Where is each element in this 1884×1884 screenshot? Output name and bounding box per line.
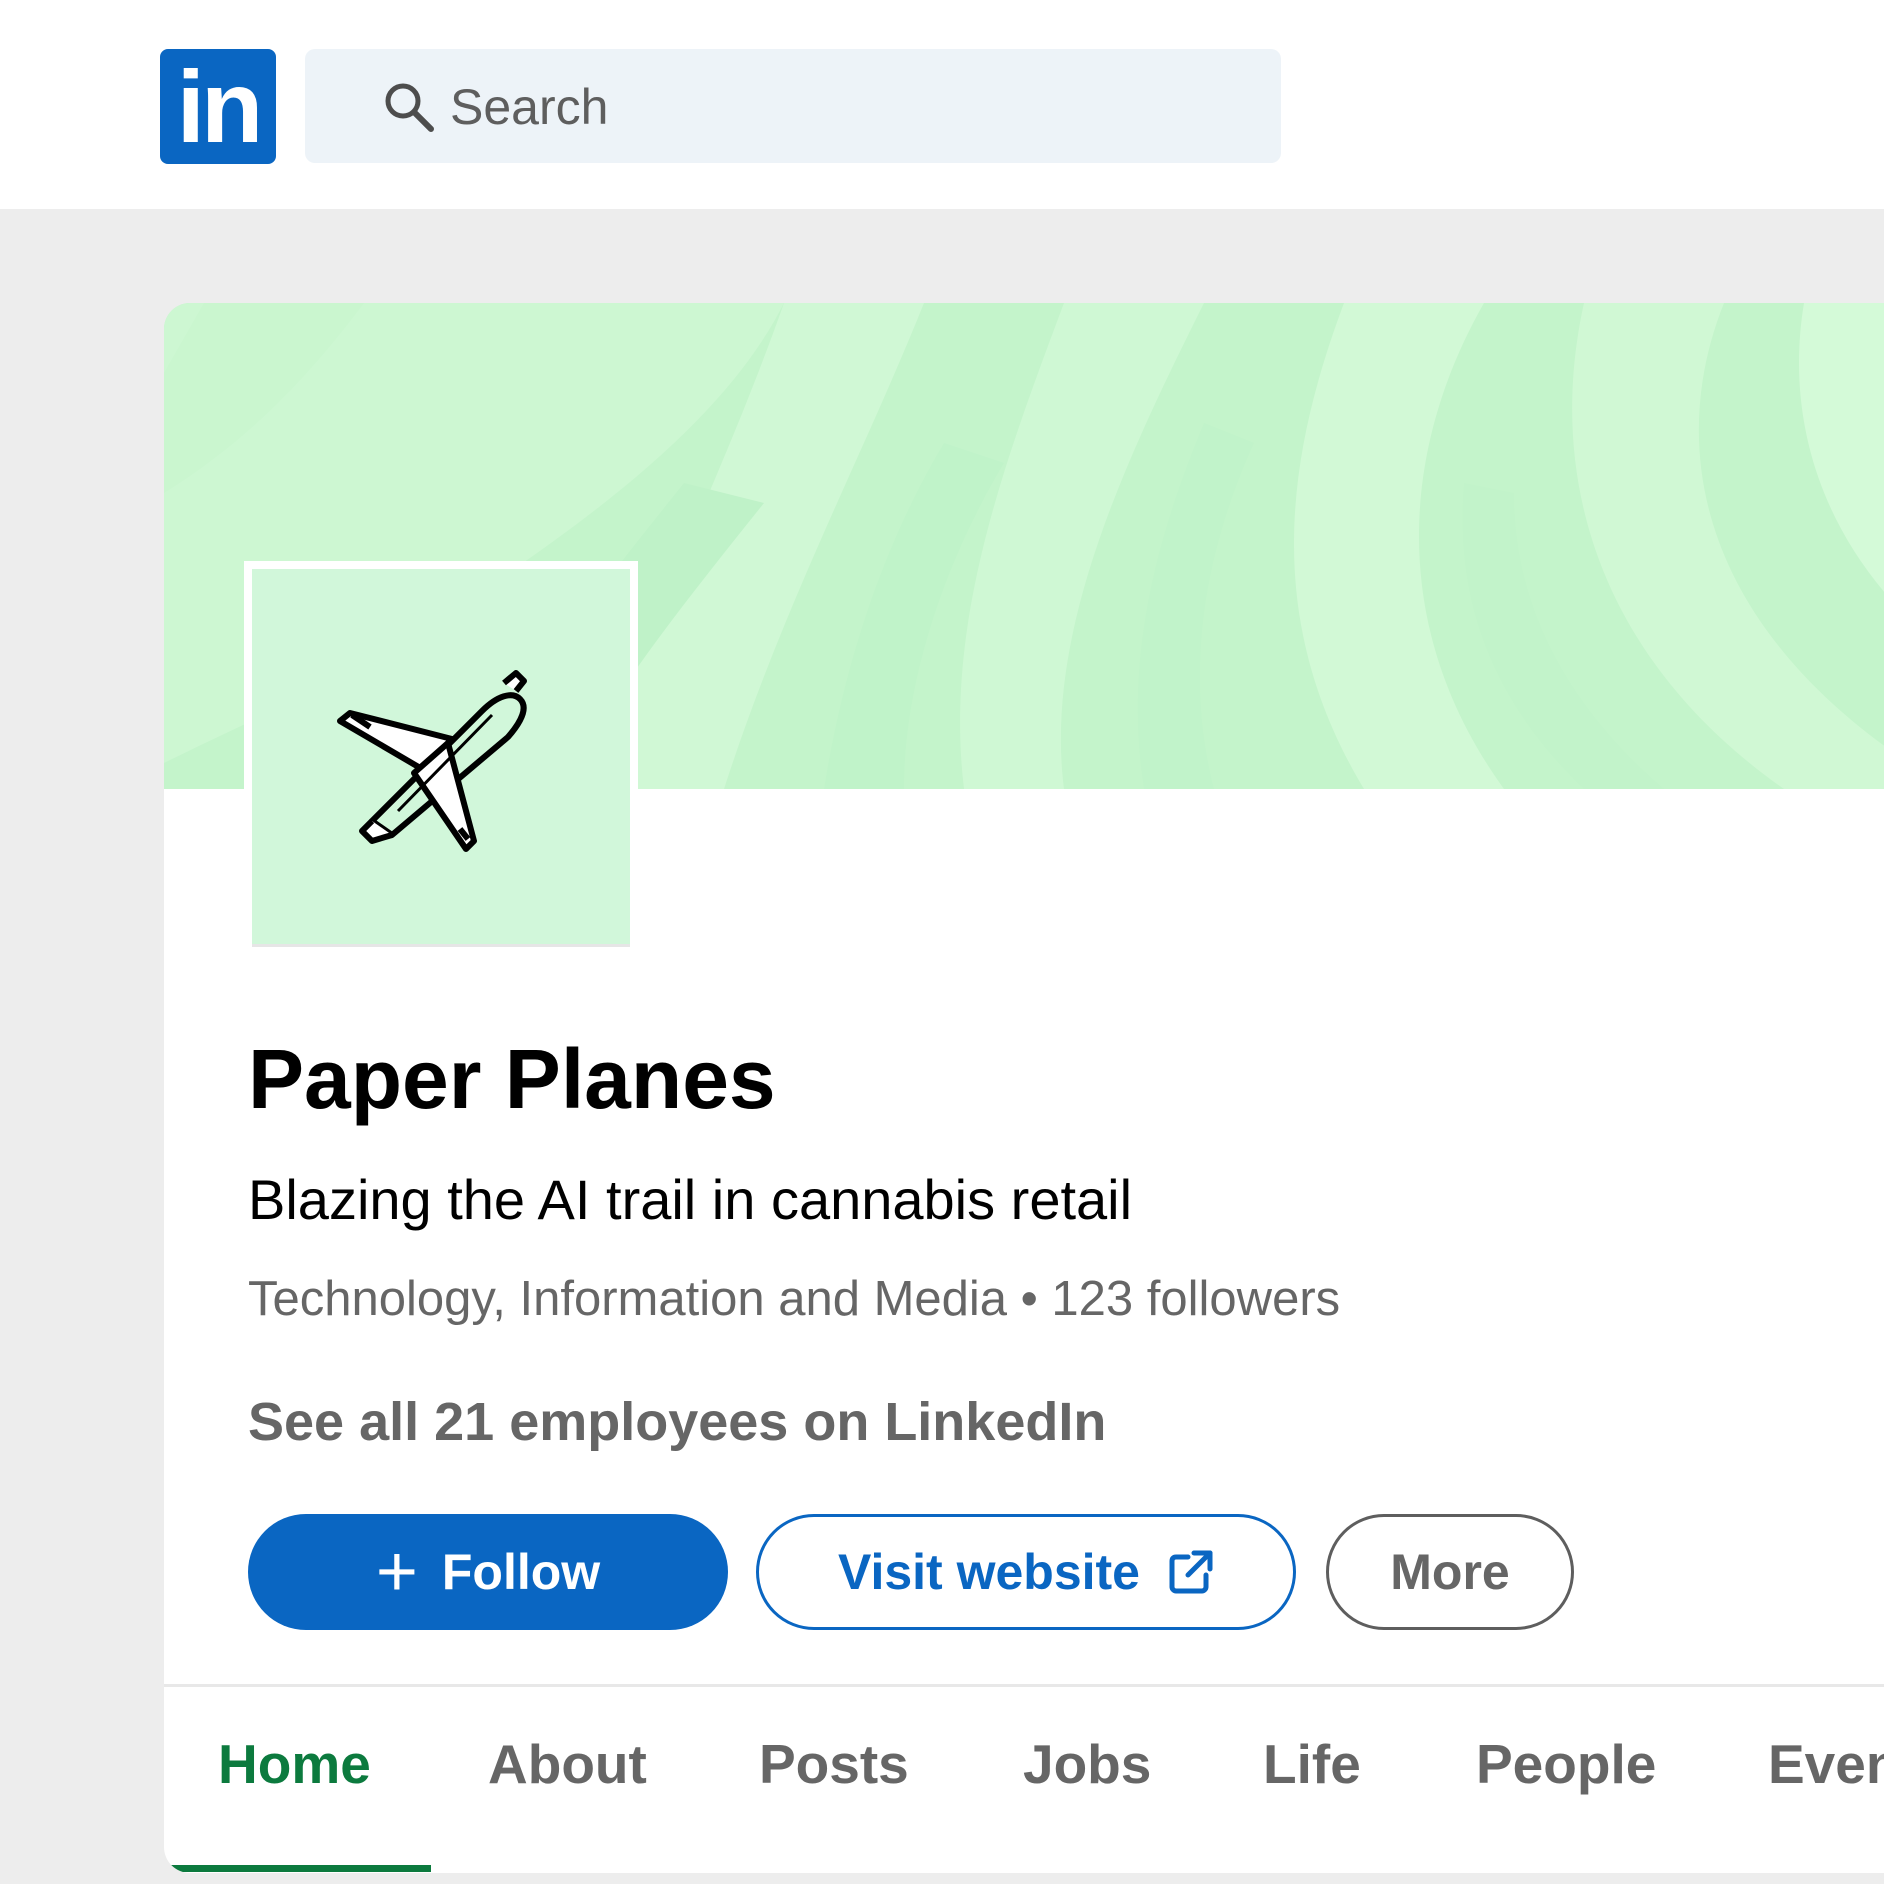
tab-about[interactable]: About [488, 1729, 647, 1799]
linkedin-logo[interactable]: in [160, 49, 276, 164]
tab-people[interactable]: People [1476, 1729, 1656, 1799]
search-icon [385, 83, 434, 132]
company-logo-background [252, 569, 630, 947]
tab-posts[interactable]: Posts [759, 1729, 909, 1799]
more-button[interactable]: More [1326, 1514, 1574, 1630]
company-logo[interactable] [244, 561, 638, 955]
company-card: Paper Planes Blazing the AI trail in can… [164, 303, 1884, 1873]
top-navigation-bar: in Search [0, 0, 1884, 209]
page: in Search Paper Planes Blazing the AI tr… [0, 0, 1884, 1884]
follow-button[interactable]: + Follow [248, 1514, 728, 1630]
tab-life[interactable]: Life [1263, 1729, 1361, 1799]
airplane-icon [337, 670, 527, 852]
external-link-icon [1169, 1550, 1213, 1594]
active-tab-indicator [164, 1865, 431, 1872]
tab-jobs[interactable]: Jobs [1023, 1729, 1151, 1799]
company-industry-followers: Technology, Information and Media • 123 … [248, 1272, 1341, 1326]
follow-label: Follow [441, 1544, 601, 1600]
company-tagline: Blazing the AI trail in cannabis retail [248, 1168, 1133, 1231]
visit-website-button[interactable]: Visit website [756, 1514, 1296, 1630]
search-input[interactable]: Search [305, 49, 1281, 163]
tab-events[interactable]: Events [1768, 1729, 1884, 1799]
visit-website-label: Visit website [838, 1544, 1140, 1600]
tab-home[interactable]: Home [218, 1729, 371, 1799]
plus-icon: + [375, 1532, 418, 1612]
company-name: Paper Planes [248, 1032, 776, 1126]
more-label: More [1390, 1544, 1510, 1600]
company-tabs: Home About Posts Jobs Life People Events [164, 1687, 1884, 1873]
search-placeholder: Search [450, 79, 609, 135]
see-all-employees-link[interactable]: See all 21 employees on LinkedIn [248, 1387, 1106, 1457]
